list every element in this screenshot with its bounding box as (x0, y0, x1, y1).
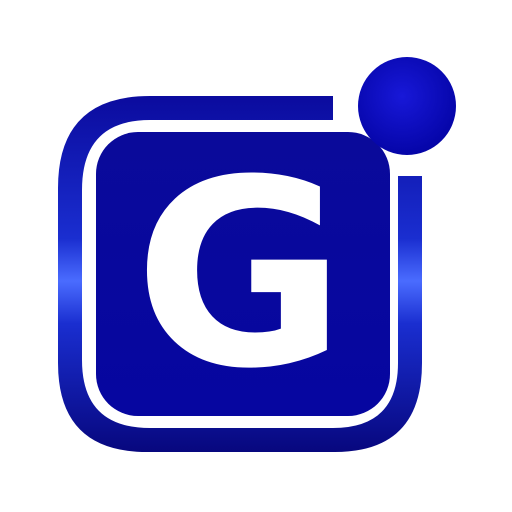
notification-dot (358, 57, 456, 155)
logo-letter: G (134, 125, 346, 425)
app-logo-icon: G (58, 57, 456, 452)
app-logo: G (0, 0, 512, 512)
